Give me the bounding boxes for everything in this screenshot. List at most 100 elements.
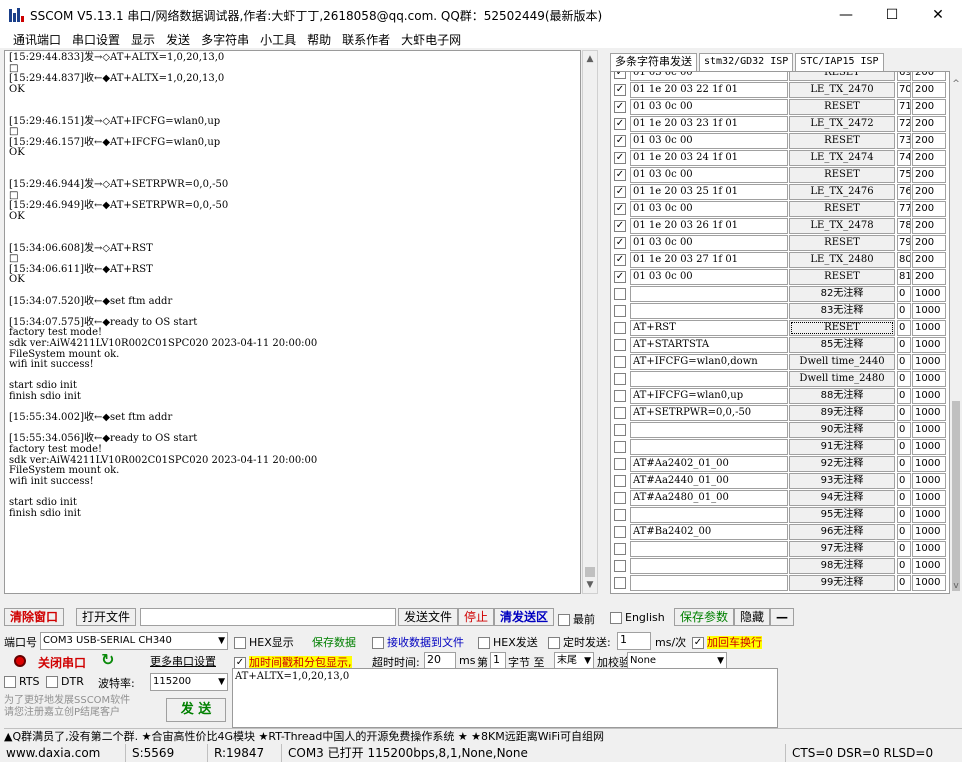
row-order-input[interactable]: 71 xyxy=(897,99,911,115)
row-send-button[interactable]: LE_TX_2476 xyxy=(789,184,895,200)
row-send-button[interactable]: RESET xyxy=(789,72,895,81)
row-order-input[interactable]: 73 xyxy=(897,133,911,149)
row-delay-input[interactable]: 200 xyxy=(912,269,946,285)
hex-display-check-icon[interactable] xyxy=(234,637,246,649)
row-checkbox[interactable] xyxy=(614,356,626,368)
clear-window-button[interactable]: 清除窗口 xyxy=(4,608,65,626)
row-delay-input[interactable]: 200 xyxy=(912,150,946,166)
row-send-button[interactable]: Dwell time_2480 xyxy=(789,371,895,387)
row-delay-input[interactable]: 1000 xyxy=(912,371,946,387)
scroll-up-icon[interactable]: ^ xyxy=(950,79,962,89)
row-send-button[interactable]: RESET xyxy=(789,167,895,183)
english-check-icon[interactable] xyxy=(610,612,622,624)
row-command-input[interactable] xyxy=(630,558,788,574)
row-delay-input[interactable]: 200 xyxy=(912,167,946,183)
row-order-input[interactable]: 0 xyxy=(897,541,911,557)
row-checkbox[interactable] xyxy=(614,390,626,402)
menu-daxia-site[interactable]: 大虾电子网 xyxy=(401,31,461,48)
row-order-input[interactable]: 79 xyxy=(897,235,911,251)
tab-stm32-isp[interactable]: stm32/GD32 ISP xyxy=(699,53,794,71)
row-command-input[interactable] xyxy=(630,439,788,455)
row-delay-input[interactable]: 200 xyxy=(912,82,946,98)
row-delay-input[interactable]: 1000 xyxy=(912,337,946,353)
row-checkbox[interactable] xyxy=(614,577,626,589)
row-order-input[interactable]: 80 xyxy=(897,252,911,268)
row-order-input[interactable]: 77 xyxy=(897,201,911,217)
row-command-input[interactable]: 01 1e 20 03 25 1f 01 xyxy=(630,184,788,200)
row-command-input[interactable]: 01 1e 20 03 26 1f 01 xyxy=(630,218,788,234)
row-order-input[interactable]: 0 xyxy=(897,558,911,574)
row-order-input[interactable]: 69 xyxy=(897,72,911,81)
interval-input[interactable]: 1 xyxy=(617,632,651,650)
row-send-button[interactable]: 97无注释 xyxy=(789,541,895,557)
row-send-button[interactable]: LE_TX_2478 xyxy=(789,218,895,234)
row-checkbox[interactable] xyxy=(614,305,626,317)
row-command-input[interactable]: AT+IFCFG=wlan0,up xyxy=(630,388,788,404)
port-select[interactable]: COM3 USB-SERIAL CH340 ▼ xyxy=(40,632,228,650)
row-send-button[interactable]: RESET xyxy=(789,269,895,285)
receive-scrollbar[interactable]: ▲ ▼ xyxy=(582,50,598,594)
refresh-icon[interactable]: ↻ xyxy=(101,650,114,669)
clear-send-area-button[interactable]: 清发送区 xyxy=(494,608,555,626)
row-checkbox[interactable]: ✓ xyxy=(614,101,626,113)
row-command-input[interactable]: AT+RST xyxy=(630,320,788,336)
row-send-button[interactable]: 85无注释 xyxy=(789,337,895,353)
row-send-button[interactable]: 82无注释 xyxy=(789,286,895,302)
row-checkbox[interactable]: ✓ xyxy=(614,84,626,96)
scroll-thumb[interactable] xyxy=(952,401,960,591)
row-checkbox[interactable] xyxy=(614,424,626,436)
row-order-input[interactable]: 81 xyxy=(897,269,911,285)
row-checkbox[interactable] xyxy=(614,407,626,419)
row-command-input[interactable]: 01 03 0c 00 xyxy=(630,235,788,251)
scroll-down-icon[interactable]: ▼ xyxy=(583,577,597,593)
row-order-input[interactable]: 74 xyxy=(897,150,911,166)
row-command-input[interactable]: 01 1e 20 03 24 1f 01 xyxy=(630,150,788,166)
row-command-input[interactable]: AT#Aa2440_01_00 xyxy=(630,473,788,489)
row-order-input[interactable]: 0 xyxy=(897,286,911,302)
row-delay-input[interactable]: 1000 xyxy=(912,320,946,336)
close-port-button[interactable]: 关闭串口 xyxy=(38,654,86,671)
recv-to-file-check-icon[interactable] xyxy=(372,637,384,649)
row-send-button[interactable]: RESET xyxy=(789,320,895,336)
row-delay-input[interactable]: 200 xyxy=(912,72,946,81)
row-send-button[interactable]: 90无注释 xyxy=(789,422,895,438)
save-data-button[interactable]: 保存数据 xyxy=(312,634,356,650)
row-delay-input[interactable]: 1000 xyxy=(912,303,946,319)
receive-area[interactable]: [15:29:44.833]发→◇AT+ALTX=1,0,20,13,0 □ [15… xyxy=(4,50,581,594)
row-delay-input[interactable]: 1000 xyxy=(912,405,946,421)
row-delay-input[interactable]: 1000 xyxy=(912,422,946,438)
hex-send-checkbox[interactable]: HEX发送 xyxy=(478,634,538,650)
topmost-checkbox[interactable]: 最前 xyxy=(558,611,595,627)
row-send-button[interactable]: 89无注释 xyxy=(789,405,895,421)
file-path-input[interactable] xyxy=(140,608,396,626)
row-send-button[interactable]: RESET xyxy=(789,235,895,251)
row-command-input[interactable]: AT#Ba2402_00 xyxy=(630,524,788,540)
row-command-input[interactable] xyxy=(630,371,788,387)
row-order-input[interactable]: 70 xyxy=(897,82,911,98)
row-command-input[interactable]: 01 1e 20 03 22 1f 01 xyxy=(630,82,788,98)
row-checkbox[interactable]: ✓ xyxy=(614,152,626,164)
row-command-input[interactable]: AT#Aa2402_01_00 xyxy=(630,456,788,472)
row-checkbox[interactable] xyxy=(614,560,626,572)
row-checkbox[interactable] xyxy=(614,322,626,334)
row-send-button[interactable]: LE_TX_2480 xyxy=(789,252,895,268)
row-checkbox[interactable] xyxy=(614,288,626,300)
send-textbox[interactable]: AT+ALTX=1,0,20,13,0 xyxy=(232,668,778,728)
row-command-input[interactable]: AT+IFCFG=wlan0,down xyxy=(630,354,788,370)
row-command-input[interactable]: 01 03 0c 00 xyxy=(630,167,788,183)
row-checkbox[interactable]: ✓ xyxy=(614,203,626,215)
scroll-up-icon[interactable]: ▲ xyxy=(583,51,597,67)
menu-help[interactable]: 帮助 xyxy=(307,31,331,48)
row-delay-input[interactable]: 1000 xyxy=(912,439,946,455)
close-button[interactable]: ✕ xyxy=(915,0,961,30)
tab-multi-string[interactable]: 多条字符串发送 xyxy=(610,53,697,71)
row-command-input[interactable]: 01 03 0c 00 xyxy=(630,269,788,285)
row-checkbox[interactable]: ✓ xyxy=(614,237,626,249)
row-command-input[interactable] xyxy=(630,303,788,319)
row-send-button[interactable]: 92无注释 xyxy=(789,456,895,472)
row-send-button[interactable]: 83无注释 xyxy=(789,303,895,319)
row-order-input[interactable]: 78 xyxy=(897,218,911,234)
row-command-input[interactable]: 01 03 0c 00 xyxy=(630,99,788,115)
row-send-button[interactable]: 91无注释 xyxy=(789,439,895,455)
row-order-input[interactable]: 0 xyxy=(897,507,911,523)
